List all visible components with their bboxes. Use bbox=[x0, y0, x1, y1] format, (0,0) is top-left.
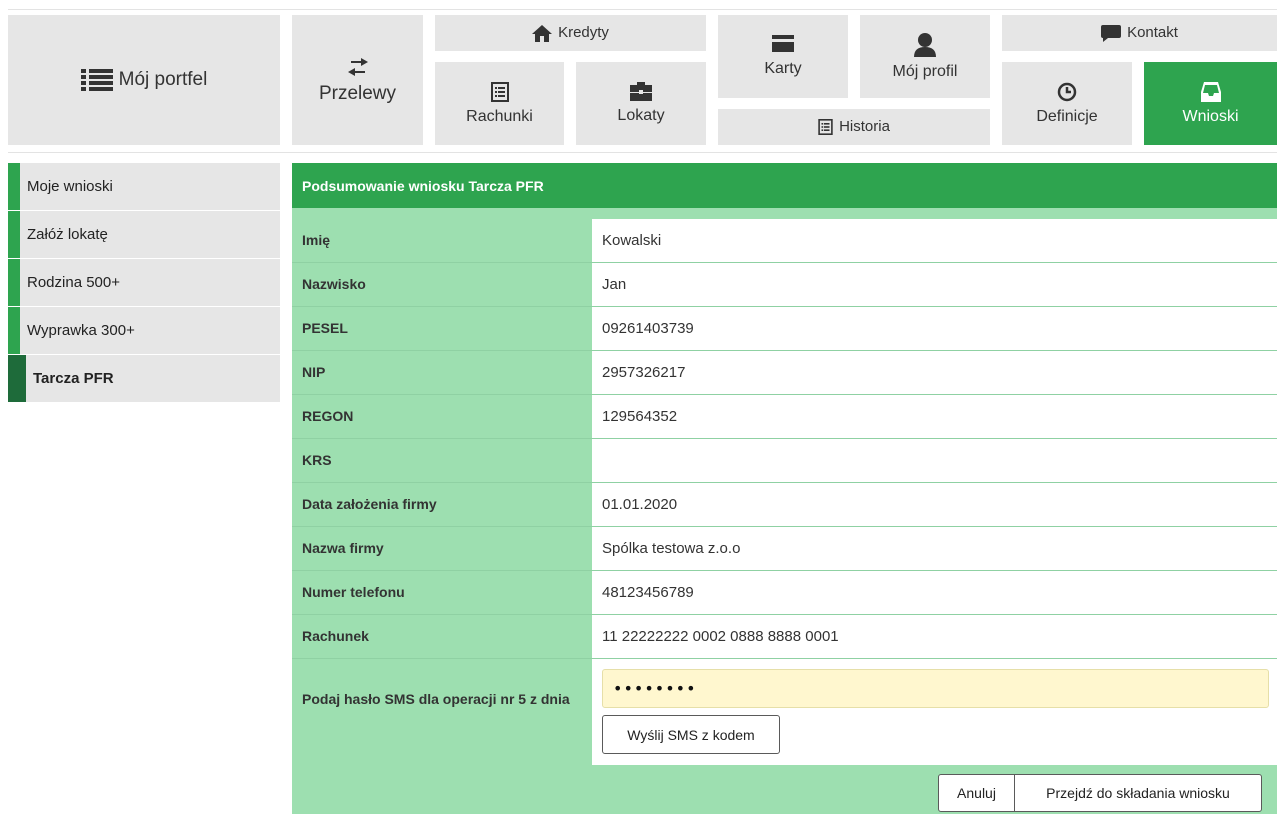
nav-wnioski-label: Wnioski bbox=[1182, 107, 1239, 125]
summary-panel: Podsumowanie wniosku Tarcza PFR Imię Kow… bbox=[292, 163, 1277, 814]
sidebar: Moje wnioski Załóż lokatę Rodzina 500+ W… bbox=[8, 163, 280, 403]
cancel-button[interactable]: Anuluj bbox=[938, 774, 1015, 812]
sidebar-item-rodzina-500[interactable]: Rodzina 500+ bbox=[8, 259, 280, 306]
nav-historia-label: Historia bbox=[839, 118, 890, 135]
field-label: REGON bbox=[302, 408, 354, 424]
sms-code-label: Podaj hasło SMS dla operacji nr 5 z dnia bbox=[302, 691, 570, 707]
chat-bubble-icon bbox=[1101, 24, 1122, 42]
nav-kredyty[interactable]: Kredyty bbox=[435, 15, 706, 51]
field-row-krs: KRS bbox=[292, 439, 1277, 483]
ledger-icon bbox=[490, 81, 509, 102]
field-row-sms: Podaj hasło SMS dla operacji nr 5 z dnia… bbox=[292, 659, 1277, 765]
field-label: Data założenia firmy bbox=[302, 496, 437, 512]
field-value: 11 22222222 0002 0888 8888 0001 bbox=[592, 615, 1277, 658]
summary-fields: Imię Kowalski Nazwisko Jan PESEL 0926140… bbox=[292, 219, 1277, 765]
field-row-rachunek: Rachunek 11 22222222 0002 0888 8888 0001 bbox=[292, 615, 1277, 659]
ledger-icon bbox=[818, 119, 833, 135]
field-value: 2957326217 bbox=[592, 351, 1277, 394]
field-value: 129564352 bbox=[592, 395, 1277, 438]
credit-card-icon bbox=[772, 35, 794, 52]
field-row-nazwisko: Nazwisko Jan bbox=[292, 263, 1277, 307]
field-row-nip: NIP 2957326217 bbox=[292, 351, 1277, 395]
nav-kredyty-label: Kredyty bbox=[558, 24, 609, 41]
clock-icon bbox=[1057, 82, 1077, 102]
nav-przelewy[interactable]: Przelewy bbox=[292, 15, 423, 145]
field-row-numer-telefonu: Numer telefonu 48123456789 bbox=[292, 571, 1277, 615]
field-value: Jan bbox=[592, 263, 1277, 306]
inbox-icon bbox=[1200, 81, 1221, 102]
field-label: PESEL bbox=[302, 320, 348, 336]
sidebar-item-label: Rodzina 500+ bbox=[27, 274, 120, 291]
transfer-arrows-icon bbox=[347, 57, 369, 77]
nav-rachunki-label: Rachunki bbox=[466, 107, 533, 125]
nav-definicje[interactable]: Definicje bbox=[1002, 62, 1132, 145]
list-icon bbox=[80, 69, 113, 91]
field-label: NIP bbox=[302, 364, 326, 380]
sidebar-item-moje-wnioski[interactable]: Moje wnioski bbox=[8, 163, 280, 210]
field-row-pesel: PESEL 09261403739 bbox=[292, 307, 1277, 351]
nav-definicje-label: Definicje bbox=[1036, 107, 1098, 125]
panel-title: Podsumowanie wniosku Tarcza PFR bbox=[292, 163, 1277, 208]
sms-value-cell: Wyślij SMS z kodem bbox=[592, 659, 1277, 765]
sidebar-item-label: Wyprawka 300+ bbox=[27, 322, 135, 339]
nav-historia[interactable]: Historia bbox=[718, 109, 990, 145]
field-label: Nazwa firmy bbox=[302, 540, 384, 556]
field-value bbox=[592, 439, 1277, 482]
nav-lokaty-label: Lokaty bbox=[617, 107, 665, 124]
field-row-data-zalozenia: Data założenia firmy 01.01.2020 bbox=[292, 483, 1277, 527]
nav-lokaty[interactable]: Lokaty bbox=[576, 62, 706, 145]
home-icon bbox=[532, 24, 553, 42]
nav-kontakt[interactable]: Kontakt bbox=[1002, 15, 1277, 51]
field-value: Spólka testowa z.o.o bbox=[592, 527, 1277, 570]
field-label: Imię bbox=[302, 232, 331, 248]
sidebar-item-wyprawka-300[interactable]: Wyprawka 300+ bbox=[8, 307, 280, 354]
nav-wnioski[interactable]: Wnioski bbox=[1144, 62, 1277, 145]
field-value: 01.01.2020 bbox=[592, 483, 1277, 526]
nav-moj-portfel[interactable]: Mój portfel bbox=[8, 15, 280, 145]
nav-bottom-divider bbox=[8, 152, 1277, 153]
field-value: Kowalski bbox=[592, 219, 1277, 262]
sidebar-item-label: Moje wnioski bbox=[27, 178, 113, 195]
sidebar-item-label: Załóż lokatę bbox=[27, 226, 108, 243]
briefcase-icon bbox=[630, 82, 652, 101]
field-row-imie: Imię Kowalski bbox=[292, 219, 1277, 263]
nav-rachunki[interactable]: Rachunki bbox=[435, 62, 564, 145]
field-row-nazwa-firmy: Nazwa firmy Spólka testowa z.o.o bbox=[292, 527, 1277, 571]
field-label: Nazwisko bbox=[302, 276, 366, 292]
nav-kontakt-label: Kontakt bbox=[1127, 24, 1178, 41]
sidebar-item-label: Tarcza PFR bbox=[33, 370, 114, 387]
nav-moj-portfel-label: Mój portfel bbox=[118, 69, 208, 90]
nav-karty[interactable]: Karty bbox=[718, 15, 848, 98]
nav-moj-profil[interactable]: Mój profil bbox=[860, 15, 990, 98]
user-icon bbox=[914, 32, 936, 57]
sidebar-item-tarcza-pfr[interactable]: Tarcza PFR bbox=[8, 355, 280, 402]
field-label: Rachunek bbox=[302, 628, 369, 644]
field-row-regon: REGON 129564352 bbox=[292, 395, 1277, 439]
field-value: 09261403739 bbox=[592, 307, 1277, 350]
proceed-button[interactable]: Przejdź do składania wniosku bbox=[1014, 774, 1262, 812]
field-label: KRS bbox=[302, 452, 332, 468]
field-label: Numer telefonu bbox=[302, 584, 405, 600]
sms-code-input[interactable] bbox=[602, 669, 1269, 708]
nav-przelewy-label: Przelewy bbox=[318, 83, 397, 104]
top-divider bbox=[8, 9, 1277, 10]
nav-karty-label: Karty bbox=[764, 60, 802, 77]
sidebar-item-zaloz-lokate[interactable]: Załóż lokatę bbox=[8, 211, 280, 258]
nav-moj-profil-label: Mój profil bbox=[892, 62, 958, 80]
field-value: 48123456789 bbox=[592, 571, 1277, 614]
send-sms-button[interactable]: Wyślij SMS z kodem bbox=[602, 715, 780, 754]
